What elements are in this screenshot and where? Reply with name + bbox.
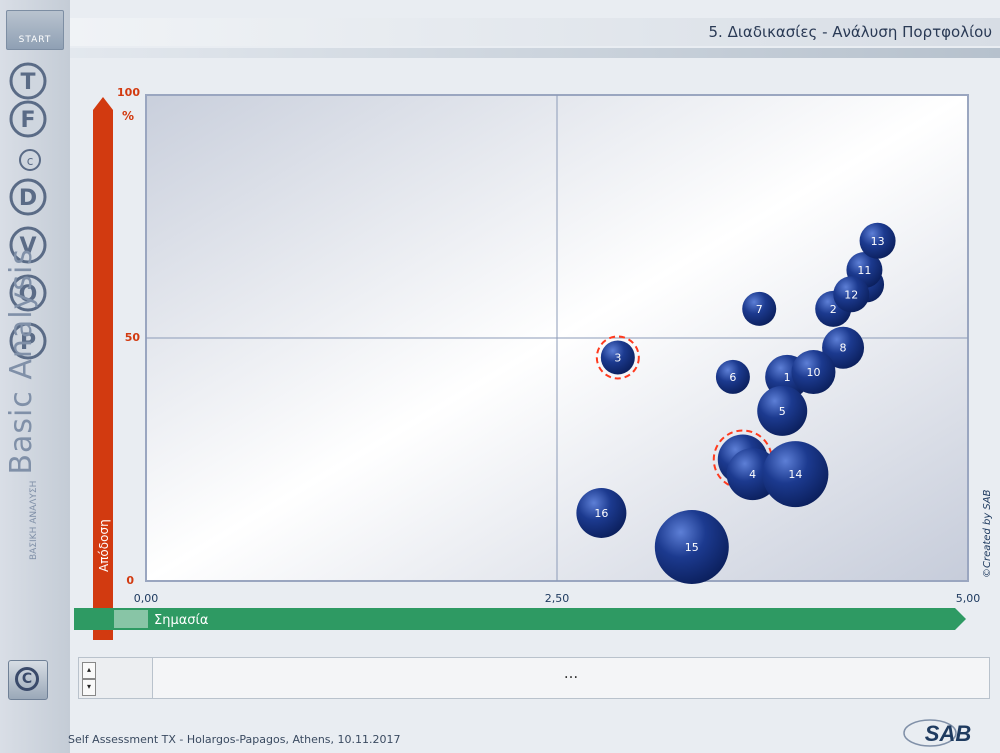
bubble-label-1: 1 — [784, 371, 791, 384]
bubble-label-13: 13 — [871, 235, 885, 248]
bottom-info-text: ... — [563, 664, 579, 682]
bubble-label-15: 15 — [685, 541, 699, 554]
spin-up-button[interactable]: ▴ — [82, 662, 96, 679]
footer-text: Self Assessment TX - Holargos-Papagos, A… — [68, 733, 401, 746]
x-tick-0: 0,00 — [134, 592, 159, 605]
bubble-label-6: 6 — [729, 371, 736, 384]
y-unit-label: % — [122, 109, 134, 123]
y-axis-label: Απόδοση — [97, 519, 111, 572]
bubble-label-7: 7 — [756, 303, 763, 316]
x-tick-2-5: 2,50 — [545, 592, 570, 605]
portfolio-chart: Σημασία Απόδοση % 100 50 0 0,00 2,50 5,0… — [74, 86, 993, 640]
x-axis-label: Σημασία — [154, 613, 209, 628]
sab-logo: SAB — [903, 719, 972, 747]
x-tick-5: 5,00 — [956, 592, 981, 605]
spin-down-button[interactable]: ▾ — [82, 679, 96, 696]
bubble-label-12: 12 — [844, 288, 858, 301]
svg-text:SAB: SAB — [925, 721, 972, 746]
bubble-label-10: 10 — [806, 366, 820, 379]
bubble-label-3: 3 — [614, 351, 621, 364]
bubble-label-11: 11 — [857, 264, 871, 277]
bubble-label-5: 5 — [779, 405, 786, 418]
x-axis-handle[interactable] — [114, 610, 148, 628]
y-tick-50: 50 — [125, 331, 141, 344]
bottom-info-box[interactable]: ... — [152, 657, 990, 699]
y-tick-0: 0 — [126, 574, 134, 587]
bubble-label-2: 2 — [830, 303, 837, 316]
bubble-label-14: 14 — [788, 468, 802, 481]
y-tick-100: 100 — [117, 86, 140, 99]
bubble-label-4: 4 — [749, 468, 756, 481]
chart-watermark: ©Created by SAB — [982, 489, 993, 578]
bubble-label-16: 16 — [594, 507, 608, 520]
bubble-label-8: 8 — [840, 342, 847, 355]
